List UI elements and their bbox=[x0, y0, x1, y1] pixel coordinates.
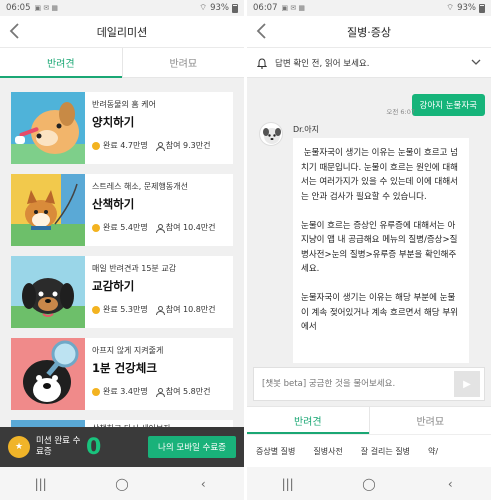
notification-icons: ▣ ✉ ▦ bbox=[34, 4, 59, 12]
notice-text: 답변 확인 전, 읽어 보세요. bbox=[275, 58, 370, 69]
complete-count: 완료 5.4만명 bbox=[103, 223, 148, 232]
back-nav-icon[interactable]: ‹ bbox=[430, 477, 470, 491]
category-common-disease[interactable]: 잘 걸리는 질병 bbox=[352, 446, 419, 457]
notification-icons: ▣ ✉ ▦ bbox=[281, 4, 306, 12]
back-nav-icon[interactable]: ‹ bbox=[183, 477, 223, 491]
home-icon[interactable]: ◯ bbox=[102, 477, 142, 491]
system-nav-bar: ||| ◯ ‹ bbox=[247, 467, 491, 500]
mission-card-walking[interactable]: 스트레스 해소, 문제행동개선 산책하기 완료 5.4만명 참여 10.4만건 bbox=[11, 174, 233, 246]
person-icon bbox=[155, 141, 165, 151]
participate-count: 참여 5.8만건 bbox=[165, 387, 211, 396]
bot-avatar bbox=[259, 122, 283, 146]
battery-percent: 93% bbox=[210, 3, 229, 13]
mission-card-health-check[interactable]: 아프지 않게 지켜줄게 1분 건강체크 완료 3.4만명 참여 5.8만건 bbox=[11, 338, 233, 410]
mission-list: 반려동물의 홈 케어 양치하기 완료 4.7만명 참여 9.3만건 스트레스 해… bbox=[11, 92, 233, 450]
bot-name: Dr.아지 bbox=[293, 125, 319, 134]
home-icon[interactable]: ◯ bbox=[349, 477, 389, 491]
chevron-down-icon[interactable] bbox=[471, 57, 481, 68]
battery-icon bbox=[232, 3, 238, 13]
complete-count: 완료 3.4만명 bbox=[103, 387, 148, 396]
dog-health-check-illustration bbox=[11, 338, 85, 410]
status-bar: 06:05 ▣ ✉ ▦ ⌔ 93% bbox=[0, 0, 244, 16]
tab-cat[interactable]: 반려묘 bbox=[121, 48, 245, 77]
coin-icon bbox=[92, 305, 100, 314]
battery-icon bbox=[479, 3, 485, 13]
certificate-banner: ★ 미션 완료 수료증 0 나의 모바일 수료증 bbox=[0, 427, 244, 467]
tab-dog[interactable]: 반려견 bbox=[0, 48, 122, 78]
category-menu: 증상별 질병 질병사전 잘 걸리는 질병 약/ bbox=[247, 434, 491, 467]
tab-cat[interactable]: 반려묘 bbox=[368, 407, 491, 434]
send-icon[interactable]: ▶ bbox=[454, 371, 480, 397]
coin-icon bbox=[92, 387, 100, 396]
medal-icon: ★ bbox=[8, 436, 30, 458]
app-bar: 질병·증상 bbox=[247, 16, 491, 48]
notice-bar[interactable]: 답변 확인 전, 읽어 보세요. bbox=[247, 48, 491, 78]
recent-apps-icon[interactable]: ||| bbox=[21, 477, 61, 491]
mission-title: 1분 건강체크 bbox=[92, 361, 157, 375]
mission-subtitle: 스트레스 해소, 문제행동개선 bbox=[92, 182, 188, 191]
mission-card-brushing[interactable]: 반려동물의 홈 케어 양치하기 완료 4.7만명 참여 9.3만건 bbox=[11, 92, 233, 164]
page-title: 질병·증상 bbox=[347, 25, 391, 39]
signal-icon: ⌔ bbox=[446, 3, 455, 13]
dog-bonding-illustration bbox=[11, 256, 85, 328]
complete-count: 완료 4.7만명 bbox=[103, 141, 148, 150]
complete-count: 완료 5.3만명 bbox=[103, 305, 148, 314]
page-title: 데일리미션 bbox=[96, 25, 148, 39]
mission-title: 산책하기 bbox=[92, 197, 135, 211]
mission-card-bonding[interactable]: 매일 반려견과 15분 교감 교감하기 완료 5.3만명 참여 10.8만건 bbox=[11, 256, 233, 328]
mission-subtitle: 반려동물의 홈 케어 bbox=[92, 100, 156, 109]
mission-subtitle: 매일 반려견과 15분 교감 bbox=[92, 264, 177, 273]
mission-subtitle: 아프지 않게 지켜줄게 bbox=[92, 346, 164, 355]
participate-count: 참여 10.4만건 bbox=[165, 223, 216, 232]
dog-brushing-illustration bbox=[11, 92, 85, 164]
category-symptom-disease[interactable]: 증상별 질병 bbox=[247, 446, 304, 457]
coin-icon bbox=[92, 141, 100, 150]
category-medicine[interactable]: 약/ bbox=[419, 446, 447, 457]
chat-input-bar: ▶ bbox=[253, 367, 485, 401]
recent-apps-icon[interactable]: ||| bbox=[268, 477, 308, 491]
status-bar: 06:07 ▣ ✉ ▦ ⌔ 93% bbox=[247, 0, 491, 16]
pet-tabs: 반려견 반려묘 bbox=[247, 406, 491, 434]
back-arrow-icon[interactable] bbox=[8, 22, 26, 42]
system-nav-bar: ||| ◯ ‹ bbox=[0, 467, 244, 500]
person-icon bbox=[155, 305, 165, 315]
mission-title: 교감하기 bbox=[92, 279, 135, 293]
back-arrow-icon[interactable] bbox=[255, 22, 273, 42]
status-time: 06:05 bbox=[6, 3, 31, 13]
daily-mission-screen: 06:05 ▣ ✉ ▦ ⌔ 93% 데일리미션 반려견 반려묘 반려동물의 홈 … bbox=[0, 0, 244, 500]
user-message: 강아지 눈물자국 bbox=[411, 94, 485, 116]
certificate-count: 0 bbox=[86, 434, 102, 460]
category-disease-dictionary[interactable]: 질병사전 bbox=[304, 446, 351, 457]
disease-chat-screen: 06:07 ▣ ✉ ▦ ⌔ 93% 질병·증상 답변 확인 전, 읽어 보세요. bbox=[247, 0, 491, 500]
participate-count: 참여 9.3만건 bbox=[165, 141, 211, 150]
battery-percent: 93% bbox=[457, 3, 476, 13]
mission-title: 양치하기 bbox=[92, 115, 135, 129]
participate-count: 참여 10.8만건 bbox=[165, 305, 216, 314]
my-certificate-button[interactable]: 나의 모바일 수료증 bbox=[148, 436, 236, 458]
chat-area: 강아지 눈물자국 오전 6:07 Dr.아지 눈물자국이 생기는 이유는 눈물이… bbox=[247, 78, 491, 363]
app-bar: 데일리미션 bbox=[0, 16, 244, 48]
dog-walking-illustration bbox=[11, 174, 85, 246]
pet-tabs: 반려견 반려묘 bbox=[0, 48, 244, 78]
person-icon bbox=[155, 387, 165, 397]
user-message-time: 오전 6:07 bbox=[386, 108, 415, 116]
person-icon bbox=[155, 223, 165, 233]
signal-icon: ⌔ bbox=[199, 3, 208, 13]
bell-icon bbox=[256, 57, 268, 69]
bot-message: 눈물자국이 생기는 이유는 눈물이 흐르고 넘치기 때문입니다. 눈물이 흐르는… bbox=[293, 138, 469, 363]
coin-icon bbox=[92, 223, 100, 232]
status-time: 06:07 bbox=[253, 3, 278, 13]
tab-dog[interactable]: 반려견 bbox=[247, 407, 369, 434]
banner-text: 미션 완료 수료증 bbox=[36, 436, 81, 457]
chat-input[interactable] bbox=[254, 368, 454, 400]
